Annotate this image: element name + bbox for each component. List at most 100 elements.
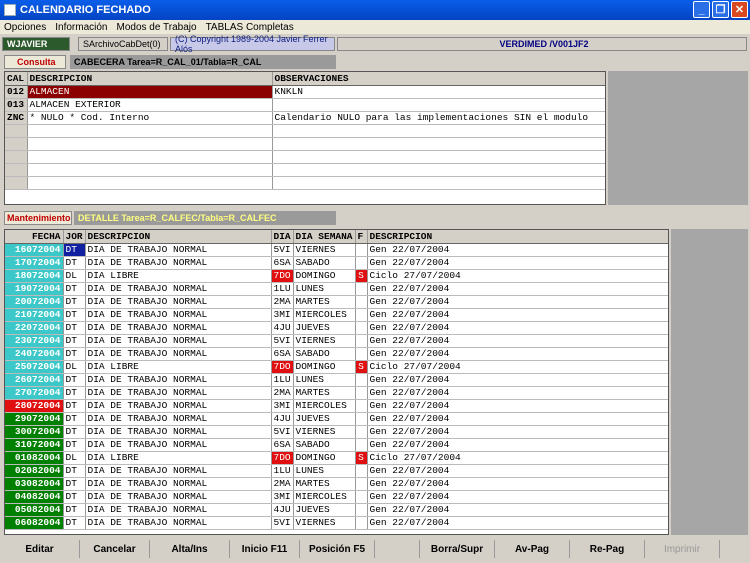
- inicio-button[interactable]: Inicio F11: [230, 540, 300, 558]
- table-row[interactable]: 04082004 DT DIA DE TRABAJO NORMAL 3MI MIERCO…: [5, 490, 668, 504]
- table-row[interactable]: 25072004 DL DIA LIBRE 7DO DOMINGO S Ciclo 27/0…: [5, 360, 668, 374]
- table-row[interactable]: 26072004 DT DIA DE TRABAJO NORMAL 1LU LUNES G…: [5, 373, 668, 387]
- table-row[interactable]: 17072004 DT DIA DE TRABAJO NORMAL 6SA SABADO…: [5, 256, 668, 270]
- f-cell: [355, 373, 368, 387]
- jor-cell: DT: [63, 347, 86, 361]
- button-bar: Editar Cancelar Alta/Ins Inicio F11 Posi…: [0, 540, 750, 558]
- menu-modos-trabajo[interactable]: Modos de Trabajo: [117, 22, 197, 33]
- fecha-cell: 01082004: [5, 451, 64, 465]
- descripcion-2-cell: Gen 22/07/2004: [367, 399, 668, 413]
- close-icon[interactable]: ✕: [731, 1, 748, 18]
- av-pag-button[interactable]: Av-Pag: [495, 540, 570, 558]
- col-f: F: [355, 230, 368, 244]
- menu-tablas-completas[interactable]: TABLAS Completas: [206, 22, 294, 33]
- fecha-cell: 28072004: [5, 399, 64, 413]
- jor-cell: DT: [63, 243, 86, 257]
- table-row[interactable]: [5, 150, 605, 164]
- table-row[interactable]: 22072004 DT DIA DE TRABAJO NORMAL 4JU JUEVES…: [5, 321, 668, 335]
- table-row[interactable]: 16072004 DT DIA DE TRABAJO NORMAL 5VI VIERNE…: [5, 243, 668, 257]
- table-row[interactable]: 31072004 DT DIA DE TRABAJO NORMAL 6SA SABADO…: [5, 438, 668, 452]
- col-descripcion: DESCRIPCION: [27, 72, 273, 86]
- cal-cell: 012: [5, 85, 28, 99]
- jor-cell: DT: [63, 477, 86, 491]
- col-jor: JOR: [63, 230, 86, 244]
- f-cell: [355, 490, 368, 504]
- table-row[interactable]: 28072004 DT DIA DE TRABAJO NORMAL 3MI MIERCO…: [5, 399, 668, 413]
- jor-cell: DT: [63, 295, 86, 309]
- menu-opciones[interactable]: Opciones: [4, 22, 46, 33]
- dia-semana-cell: LUNES: [293, 464, 356, 478]
- cancelar-button[interactable]: Cancelar: [80, 540, 150, 558]
- dia-cell: 5VI: [271, 334, 294, 348]
- table-row[interactable]: ZNC * NULO * Cod. Interno Calendario NULO …: [5, 111, 605, 125]
- minimize-icon[interactable]: _: [693, 1, 710, 18]
- table-row[interactable]: [5, 137, 605, 151]
- f-cell: [355, 295, 368, 309]
- descripcion-cell: DIA LIBRE: [85, 451, 272, 465]
- re-pag-button[interactable]: Re-Pag: [570, 540, 645, 558]
- jor-cell: DT: [63, 399, 86, 413]
- cal-cell: [5, 137, 28, 151]
- fecha-cell: 19072004: [5, 282, 64, 296]
- jor-cell: DT: [63, 373, 86, 387]
- f-cell: S: [355, 451, 368, 465]
- table-row[interactable]: 013 ALMACEN EXTERIOR: [5, 98, 605, 112]
- col-observaciones: OBSERVACIONES: [272, 72, 605, 86]
- table-row[interactable]: 03082004 DT DIA DE TRABAJO NORMAL 2MA MARTES…: [5, 477, 668, 491]
- table-row[interactable]: 29072004 DT DIA DE TRABAJO NORMAL 4JU JUEVES…: [5, 412, 668, 426]
- dia-cell: 7DO: [271, 451, 294, 465]
- borra-supr-button[interactable]: Borra/Supr: [420, 540, 495, 558]
- restore-icon[interactable]: ❐: [712, 1, 729, 18]
- table-row[interactable]: [5, 163, 605, 177]
- cal-cell: 013: [5, 98, 28, 112]
- f-cell: [355, 464, 368, 478]
- header-section-title: CABECERA Tarea=R_CAL_01/Tabla=R_CAL: [70, 55, 336, 69]
- dia-semana-cell: MARTES: [293, 295, 356, 309]
- table-row[interactable]: 06082004 DT DIA DE TRABAJO NORMAL 5VI VIERNE…: [5, 516, 668, 530]
- descripcion-2-cell: Ciclo 27/07/2004: [367, 360, 668, 374]
- imprimir-button[interactable]: Imprimir: [645, 540, 720, 558]
- tab-consulta[interactable]: Consulta: [4, 55, 66, 69]
- header-side-panel: [608, 71, 748, 205]
- table-row[interactable]: 05082004 DT DIA DE TRABAJO NORMAL 4JU JUEVES…: [5, 503, 668, 517]
- jor-cell: DT: [63, 516, 86, 530]
- fecha-cell: 25072004: [5, 360, 64, 374]
- table-row[interactable]: 20072004 DT DIA DE TRABAJO NORMAL 2MA MARTES…: [5, 295, 668, 309]
- table-row[interactable]: 19072004 DT DIA DE TRABAJO NORMAL 1LU LUNES G…: [5, 282, 668, 296]
- table-row[interactable]: 30072004 DT DIA DE TRABAJO NORMAL 5VI VIERNE…: [5, 425, 668, 439]
- descripcion-cell: DIA DE TRABAJO NORMAL: [85, 334, 272, 348]
- descripcion-cell: DIA DE TRABAJO NORMAL: [85, 438, 272, 452]
- tab-mantenimiento[interactable]: Mantenimiento: [4, 211, 72, 225]
- table-row[interactable]: 02082004 DT DIA DE TRABAJO NORMAL 1LU LUNES G…: [5, 464, 668, 478]
- table-row[interactable]: 23072004 DT DIA DE TRABAJO NORMAL 5VI VIERNE…: [5, 334, 668, 348]
- table-row[interactable]: [5, 124, 605, 138]
- f-cell: S: [355, 360, 368, 374]
- observaciones-cell: KNKLN: [272, 85, 605, 99]
- blank-button[interactable]: [375, 540, 420, 558]
- posicion-button[interactable]: Posición F5: [300, 540, 375, 558]
- table-row[interactable]: 24072004 DT DIA DE TRABAJO NORMAL 6SA SABADO…: [5, 347, 668, 361]
- table-row[interactable]: 27072004 DT DIA DE TRABAJO NORMAL 2MA MARTES…: [5, 386, 668, 400]
- editar-button[interactable]: Editar: [0, 540, 80, 558]
- f-cell: [355, 243, 368, 257]
- table-row[interactable]: 012 ALMACEN KNKLN: [5, 85, 605, 99]
- dia-semana-cell: JUEVES: [293, 503, 356, 517]
- jor-cell: DL: [63, 360, 86, 374]
- f-cell: [355, 256, 368, 270]
- menu-informacion[interactable]: Información: [55, 22, 107, 33]
- observaciones-cell: [272, 150, 605, 164]
- col-fecha: FECHA: [5, 230, 64, 244]
- alta-ins-button[interactable]: Alta/Ins: [150, 540, 230, 558]
- descripcion-2-cell: Gen 22/07/2004: [367, 347, 668, 361]
- table-row[interactable]: 21072004 DT DIA DE TRABAJO NORMAL 3MI MIERCO…: [5, 308, 668, 322]
- observaciones-cell: [272, 98, 605, 112]
- table-row[interactable]: 01082004 DL DIA LIBRE 7DO DOMINGO S Ciclo 27/0…: [5, 451, 668, 465]
- table-row[interactable]: 18072004 DL DIA LIBRE 7DO DOMINGO S Ciclo 27/0…: [5, 269, 668, 283]
- f-cell: [355, 503, 368, 517]
- detail-table: FECHA JOR DESCRIPCION DIA DIA SEMANA F D…: [5, 230, 668, 530]
- jor-cell: DL: [63, 269, 86, 283]
- descripcion-2-cell: Gen 22/07/2004: [367, 477, 668, 491]
- table-row[interactable]: [5, 176, 605, 190]
- f-cell: [355, 347, 368, 361]
- descripcion-cell: DIA LIBRE: [85, 269, 272, 283]
